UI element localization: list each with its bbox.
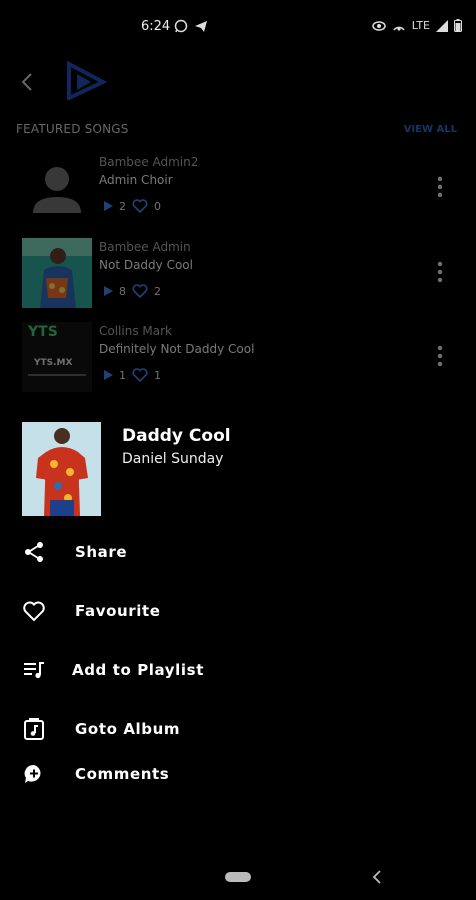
add-to-playlist-label: Add to Playlist [72, 661, 204, 679]
song-thumbnail [22, 238, 92, 308]
like-count: 0 [154, 199, 161, 213]
divider [28, 374, 86, 376]
system-navigation-bar [0, 858, 476, 900]
background-screen: FEATURED SONGS VIEW ALL Bambee Admin2 Ad… [0, 56, 476, 398]
like-count: 1 [154, 368, 161, 382]
comment-icon [24, 764, 41, 783]
song-stats: 2 0 [103, 199, 161, 213]
status-notification-icons [174, 19, 208, 33]
play-count-icon [104, 370, 113, 380]
play-count-icon [104, 201, 113, 211]
goto-album-action[interactable]: Goto Album [0, 706, 476, 752]
hotspot-icon [393, 26, 405, 31]
heart-icon[interactable] [132, 199, 148, 213]
sheet-song-artist: Daniel Sunday [122, 451, 224, 467]
song-title: Not Daddy Cool [99, 258, 193, 272]
featured-songs-title: FEATURED SONGS [16, 122, 129, 136]
favourite-action[interactable]: Favourite [0, 588, 476, 634]
nav-back-icon[interactable] [370, 868, 384, 886]
like-count: 2 [154, 284, 161, 298]
heart-icon [23, 601, 45, 622]
share-label: Share [75, 543, 128, 561]
more-vert-icon[interactable] [436, 175, 444, 199]
play-count-icon [104, 286, 113, 296]
song-title: Definitely Not Daddy Cool [99, 342, 255, 356]
song-stats: 1 1 [103, 368, 161, 382]
add-to-playlist-action[interactable]: Add to Playlist [0, 647, 476, 693]
play-count: 2 [119, 199, 126, 213]
network-type: LTE [411, 19, 430, 32]
status-time: 6:24 [141, 19, 171, 34]
song-row[interactable]: Bambee Admin2 Admin Choir 2 0 [22, 153, 456, 225]
signal-icon [436, 19, 448, 32]
share-action[interactable]: Share [0, 529, 476, 575]
song-title: Admin Choir [99, 173, 173, 187]
album-icon [24, 718, 44, 740]
view-all-link[interactable]: VIEW ALL [404, 124, 457, 135]
song-artist: Bambee Admin [99, 240, 191, 254]
battery-icon [454, 19, 462, 32]
thumbnail-text: YTS.MX [34, 358, 73, 368]
home-pill[interactable] [225, 872, 251, 882]
status-system-icons: LTE [371, 19, 462, 32]
heart-icon[interactable] [132, 284, 148, 298]
playlist-add-icon [24, 662, 44, 679]
song-cover-art [22, 238, 92, 308]
song-stats: 8 2 [103, 284, 161, 298]
play-count: 1 [119, 368, 126, 382]
song-thumbnail-placeholder [22, 153, 92, 223]
heart-icon[interactable] [132, 368, 148, 382]
eye-icon [371, 20, 386, 31]
arrow-back-icon[interactable] [16, 70, 40, 94]
yts-logo: YTS [28, 324, 58, 340]
song-artist: Collins Mark [99, 324, 172, 338]
song-row[interactable]: YTS YTS.MX Collins Mark Definitely Not D… [22, 322, 456, 394]
play-logo-icon [67, 60, 107, 100]
song-row[interactable]: Bambee Admin Not Daddy Cool 8 2 [22, 238, 456, 310]
comments-label: Comments [75, 765, 170, 783]
sheet-song-title: Daddy Cool [122, 426, 231, 446]
telegram-icon [195, 21, 207, 32]
song-thumbnail: YTS YTS.MX [22, 322, 92, 392]
person-placeholder-icon [33, 167, 81, 213]
song-cover-art [22, 422, 101, 516]
whatsapp-icon [174, 19, 188, 33]
more-vert-icon[interactable] [436, 344, 444, 368]
play-count: 8 [119, 284, 126, 298]
song-artist: Bambee Admin2 [99, 155, 199, 169]
status-bar: 6:24 LTE [0, 0, 476, 56]
more-vert-icon[interactable] [436, 260, 444, 284]
favourite-label: Favourite [75, 602, 161, 620]
comments-action[interactable]: Comments [0, 751, 476, 797]
goto-album-label: Goto Album [75, 720, 181, 738]
album-art-image [22, 422, 101, 516]
share-icon [25, 542, 43, 562]
song-options-sheet: Daddy Cool Daniel Sunday Share Favourite… [0, 398, 476, 858]
